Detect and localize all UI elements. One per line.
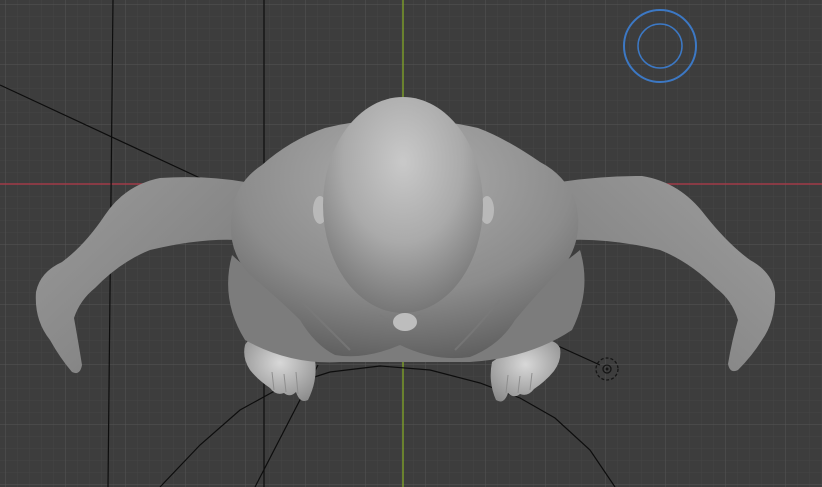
3d-viewport[interactable] [0,0,822,487]
viewport-canvas[interactable] [0,0,822,487]
head [323,97,483,313]
